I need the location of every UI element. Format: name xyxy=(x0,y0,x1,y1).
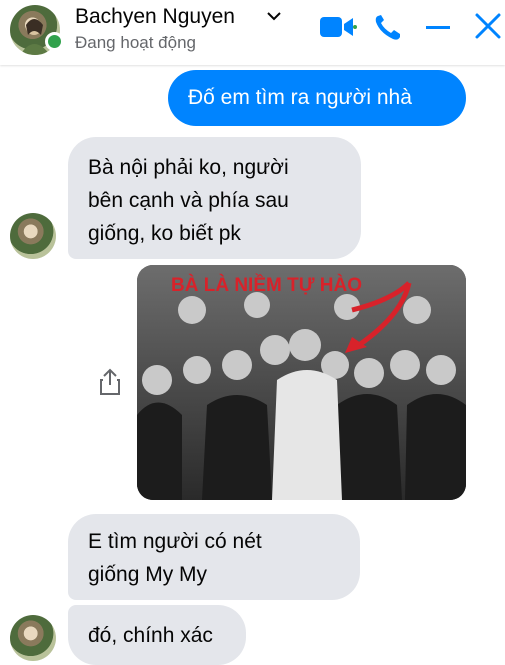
minimize-icon[interactable] xyxy=(424,16,452,38)
contact-name[interactable]: Bachyen Nguyen xyxy=(75,5,235,29)
shared-photo[interactable]: BÀ LÀ NIỀM TỰ HÀO xyxy=(137,265,466,500)
message-line: E tìm người có nét xyxy=(88,530,262,553)
incoming-message[interactable]: E tìm người có nét giống My My xyxy=(68,514,360,600)
active-status: Đang hoạt động xyxy=(75,33,196,52)
message-line: Bà nội phải ko, người xyxy=(88,156,289,179)
sender-avatar[interactable] xyxy=(10,213,56,259)
incoming-message[interactable]: đó, chính xác xyxy=(68,605,246,665)
message-line: giống My My xyxy=(88,563,208,586)
sender-avatar[interactable] xyxy=(10,615,56,661)
incoming-message[interactable]: Bà nội phải ko, người bên cạnh và phía s… xyxy=(68,137,361,259)
message-line: bên cạnh và phía sau xyxy=(88,189,289,212)
message-list[interactable]: Đố em tìm ra người nhà Bà nội phải ko, n… xyxy=(0,65,505,665)
video-call-icon[interactable] xyxy=(319,14,357,40)
online-status-dot xyxy=(45,32,64,51)
share-icon[interactable] xyxy=(99,368,121,396)
chat-header: Bachyen Nguyen Đang hoạt động xyxy=(0,0,505,65)
outgoing-message[interactable]: Đố em tìm ra người nhà xyxy=(168,70,466,126)
phone-icon[interactable] xyxy=(373,14,403,42)
close-icon[interactable] xyxy=(474,12,502,40)
photo-caption: BÀ LÀ NIỀM TỰ HÀO xyxy=(171,274,362,296)
chevron-down-icon[interactable] xyxy=(266,10,282,22)
message-line: giống, ko biết pk xyxy=(88,222,241,245)
